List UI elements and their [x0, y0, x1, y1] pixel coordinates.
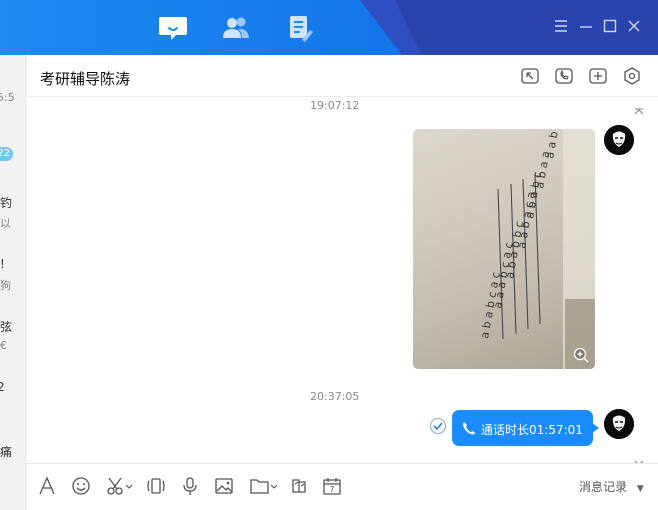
message-history-label: 消息记录	[579, 480, 628, 494]
screenshot-icon[interactable]	[520, 66, 540, 86]
settings-icon[interactable]	[622, 66, 642, 86]
chevron-down-icon[interactable]	[634, 452, 644, 466]
close-icon[interactable]	[626, 18, 642, 34]
microphone-icon[interactable]	[181, 476, 199, 496]
strip-fragment: 弦	[0, 320, 13, 334]
svg-text:7: 7	[330, 485, 335, 494]
minimize-icon[interactable]	[578, 18, 594, 34]
input-toolbar: 7 消息记录 ▼	[26, 463, 658, 510]
chat-title: 考研辅导陈涛	[40, 70, 131, 88]
strip-fragment: 以	[0, 217, 11, 230]
font-icon[interactable]	[38, 476, 56, 496]
menu-icon[interactable]	[553, 18, 569, 34]
strip-fragment: 2	[0, 380, 5, 394]
chat-header: 考研辅导陈涛	[26, 55, 658, 97]
strip-fragment: !	[0, 257, 5, 271]
add-icon[interactable]	[588, 66, 608, 86]
image-icon[interactable]	[214, 476, 234, 496]
unread-badge: 22	[0, 147, 13, 161]
phone-icon[interactable]	[554, 66, 574, 86]
chat-bubble-icon[interactable]	[158, 14, 188, 42]
contacts-icon[interactable]	[221, 14, 251, 42]
maximize-icon[interactable]	[602, 18, 618, 34]
contact-list-strip[interactable]: 05:5 22 钓 以 ! 狗 弦 € 2 痛	[0, 55, 26, 510]
read-check-icon	[429, 417, 447, 435]
chevron-up-icon[interactable]	[634, 101, 644, 115]
caret-down-icon: ▼	[636, 484, 644, 494]
avatar[interactable]	[604, 125, 634, 155]
message-list[interactable]: 19:07:12 a a b a b a a a b a b c a a b a…	[26, 97, 658, 466]
phone-call-icon	[461, 420, 477, 436]
timestamp: 19:07:12	[310, 99, 360, 112]
strip-fragment: 狗	[0, 279, 11, 292]
zoom-in-icon[interactable]	[573, 347, 589, 363]
strip-fragment: 钓	[0, 196, 13, 210]
folder-icon[interactable]	[249, 476, 278, 496]
calendar-icon[interactable]: 7	[322, 476, 342, 496]
strip-fragment: €	[0, 339, 7, 352]
topbar-decoration-2	[395, 0, 658, 55]
shake-icon[interactable]	[146, 476, 166, 496]
top-bar	[0, 0, 658, 55]
strip-fragment: 05:5	[0, 91, 15, 104]
gift-icon[interactable]	[289, 476, 309, 496]
image-message[interactable]: a a b a b a a a b a b c a a b a c a a b …	[413, 129, 595, 369]
call-duration-message[interactable]: 通话时长01:57:01	[452, 410, 599, 446]
timestamp: 20:37:05	[310, 390, 360, 403]
notes-icon[interactable]	[286, 14, 316, 42]
call-duration-text: 通话时长01:57:01	[481, 423, 583, 437]
bubble-tail	[592, 423, 599, 433]
scissors-icon[interactable]	[106, 476, 133, 496]
emoji-icon[interactable]	[71, 476, 91, 496]
strip-fragment: 痛	[0, 445, 13, 459]
avatar[interactable]	[604, 409, 634, 439]
message-history-button[interactable]: 消息记录 ▼	[579, 478, 644, 495]
